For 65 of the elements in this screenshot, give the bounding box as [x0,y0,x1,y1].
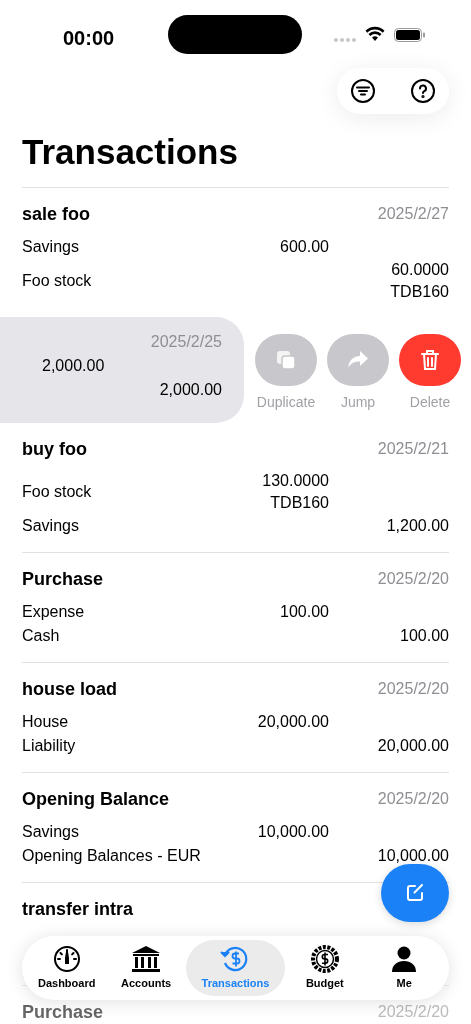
credit-amount: 2,000.00 [159,380,222,400]
transaction-date: 2025/2/20 [377,679,449,699]
wifi-icon [365,26,385,41]
action-label: Jump [340,393,376,412]
transaction-title: Purchase [22,1000,104,1024]
account-name: Savings [22,516,80,536]
tab-item[interactable]: Budget [285,940,365,996]
clock-time: 00:00 [63,26,115,51]
transaction-title: Purchase [22,567,104,591]
action-label: Duplicate [256,393,316,412]
filter-button[interactable] [350,78,376,104]
account-name: Cash [22,626,61,646]
transaction-title: house load [22,677,117,701]
help-icon [410,78,436,104]
account-name: Expense [22,602,86,622]
account-name: Liability [22,736,77,756]
credit-amount: 100.00 [400,626,449,646]
trash-icon [420,349,440,371]
account-name: Foo stock [22,482,93,502]
transaction-date: 2025/2/20 [377,569,449,589]
debit-amount: 2,000.00 [42,356,105,376]
delete-button[interactable] [399,334,461,386]
transaction-title: Opening Balance [22,787,170,811]
tab-item[interactable]: Accounts [106,940,186,996]
dollar-coin-icon [310,944,339,973]
account-name: Savings [22,237,80,257]
tab-item[interactable]: Me [364,940,444,996]
debit-amount: 10,000.00 [257,822,329,842]
credit-amount: 1,200.00 [386,516,449,536]
bank-icon [131,944,162,973]
gauge-icon [52,944,81,973]
transaction-title: buy foo [22,437,87,461]
transaction-date: 2025/2/27 [377,204,449,224]
debit-amount: 600.00 [280,237,329,257]
account-name: House [22,712,70,732]
transaction-date: 2025/2/21 [377,439,449,459]
person-icon [391,944,418,973]
debit-amount: 130.0000 [262,471,329,491]
compose-icon [405,883,425,903]
unit-label: TDB160 [390,282,449,302]
battery-icon [394,28,426,42]
unit-label: TDB160 [270,493,329,513]
copy-icon [275,349,297,371]
filter-icon [350,78,376,104]
credit-amount: 20,000.00 [377,736,449,756]
share-arrow-icon [347,350,369,370]
debit-amount: 20,000.00 [257,712,329,732]
transaction-date: 2025/2/20 [377,1002,449,1022]
page-title: Transactions [21,131,239,173]
account-name: Opening Balances - EUR [22,846,202,866]
tab-item[interactable]: Dashboard [27,940,107,996]
transaction-date: 2025/2/20 [377,789,449,809]
transaction-title: transfer intra [22,897,134,921]
credit-amount: 60.0000 [391,260,449,280]
signal-icon [334,38,356,42]
credit-amount: 10,000.00 [377,846,449,866]
debit-amount: 100.00 [280,602,329,622]
account-name: Savings [22,822,80,842]
transaction-date: 2025/2/25 [150,332,222,352]
account-name: Foo stock [22,271,93,291]
action-label: Delete [409,393,451,412]
transaction-title: sale foo [22,202,91,226]
help-button[interactable] [410,78,436,104]
swiped-row-card[interactable]: 2025/2/25 2,000.00 2,000.00 [0,317,244,423]
compose-button[interactable] [381,864,449,922]
